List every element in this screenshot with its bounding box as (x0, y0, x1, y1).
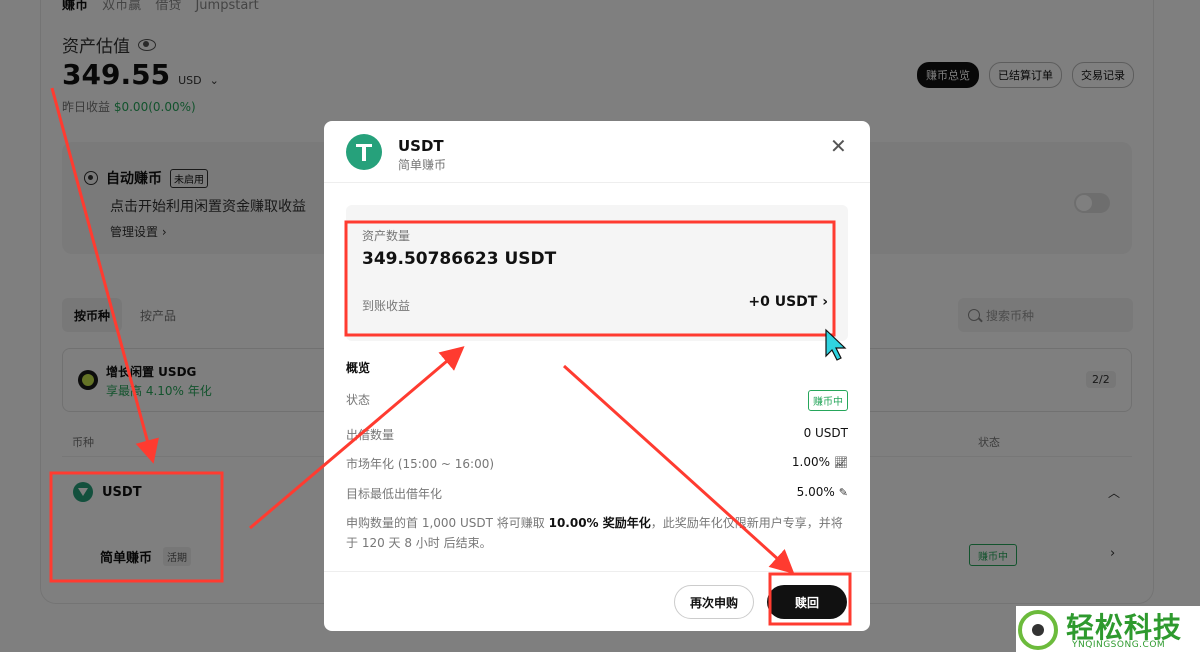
trend-chart-icon[interactable]: 📈︎ (834, 456, 848, 469)
bonus-note-highlight: 10.00% 奖励年化 (548, 516, 651, 530)
lent-amount-label: 出借数量 (346, 428, 395, 442)
watermark-logo-icon (1018, 610, 1058, 650)
bonus-note: 申购数量的首 1,000 USDT 将可赚取 10.00% 奖励年化，此奖励年化… (346, 513, 851, 553)
modal-title: USDT (398, 137, 444, 155)
market-apr-label: 市场年化 (15:00 ~ 16:00) (346, 457, 495, 471)
status-label: 状态 (346, 393, 371, 407)
holding-summary-box (346, 205, 848, 341)
earned-value: +0 USDT (748, 294, 818, 310)
status-badge: 赚币中 (808, 390, 848, 411)
modal-subtitle: 简单赚币 (398, 158, 447, 172)
min-apr-label: 目标最低出借年化 (346, 487, 443, 501)
lent-amount-value: 0 USDT (803, 426, 848, 440)
divider (324, 182, 870, 183)
min-apr-value: 5.00% ✎ (797, 485, 848, 499)
earned-label: 到账收益 (362, 299, 411, 313)
bonus-note-text: 申购数量的首 1,000 USDT 将可赚取 (346, 516, 549, 530)
close-icon[interactable]: ✕ (830, 134, 847, 158)
product-detail-modal: USDT 简单赚币 ✕ (324, 121, 870, 631)
status-value: 赚币中 (808, 390, 848, 411)
watermark: 轻松科技 YNQINGSONG.COM (1016, 606, 1200, 652)
watermark-url: YNQINGSONG.COM (1072, 640, 1166, 650)
usdt-icon (346, 134, 382, 170)
min-apr-text: 5.00% (796, 485, 835, 499)
subscribe-again-button[interactable]: 再次申购 (674, 585, 754, 619)
divider (324, 571, 870, 572)
holding-amount-label: 资产数量 (362, 229, 411, 243)
chevron-right-icon: › (822, 294, 828, 310)
holding-amount-value: 349.50786623 USDT (362, 249, 557, 269)
redeem-button[interactable]: 赎回 (767, 585, 847, 619)
market-apr-value: 1.00% 📈︎ (792, 455, 848, 469)
market-apr-text: 1.00% (791, 455, 831, 469)
edit-icon[interactable]: ✎ (839, 486, 848, 499)
earned-value-link[interactable]: +0 USDT › (748, 294, 828, 310)
overview-title: 概览 (346, 361, 371, 375)
